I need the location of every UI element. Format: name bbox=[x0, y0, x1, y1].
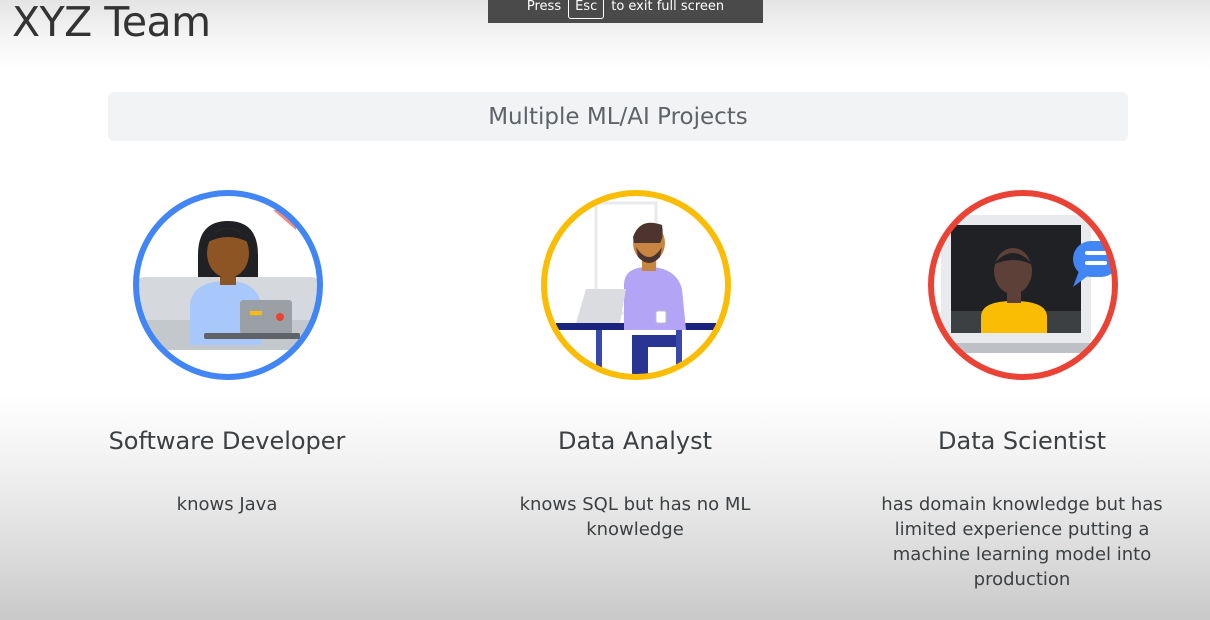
fullscreen-toast: Press Esc to exit full screen bbox=[488, 0, 763, 23]
role-desc-data-scientist: has domain knowledge but has limited exp… bbox=[881, 494, 1163, 590]
toast-prefix: Press bbox=[526, 0, 562, 14]
esc-key-badge: Esc bbox=[568, 0, 605, 19]
toast-suffix: to exit full screen bbox=[611, 0, 725, 14]
analyst-illustration-icon bbox=[536, 185, 736, 385]
developer-illustration-icon bbox=[128, 185, 328, 385]
role-title-data-scientist: Data Scientist bbox=[938, 427, 1106, 455]
slide-title: XYZ Team bbox=[12, 0, 211, 46]
role-desc-software-developer: knows Java bbox=[176, 494, 278, 515]
role-title-data-analyst: Data Analyst bbox=[557, 427, 713, 455]
scientist-illustration-icon bbox=[923, 185, 1123, 385]
projects-banner: Multiple ML/AI Projects bbox=[108, 92, 1128, 141]
role-desc-data-analyst: knows SQL but has no ML knowledge bbox=[519, 494, 751, 540]
role-title-software-developer: Software Developer bbox=[108, 427, 346, 455]
